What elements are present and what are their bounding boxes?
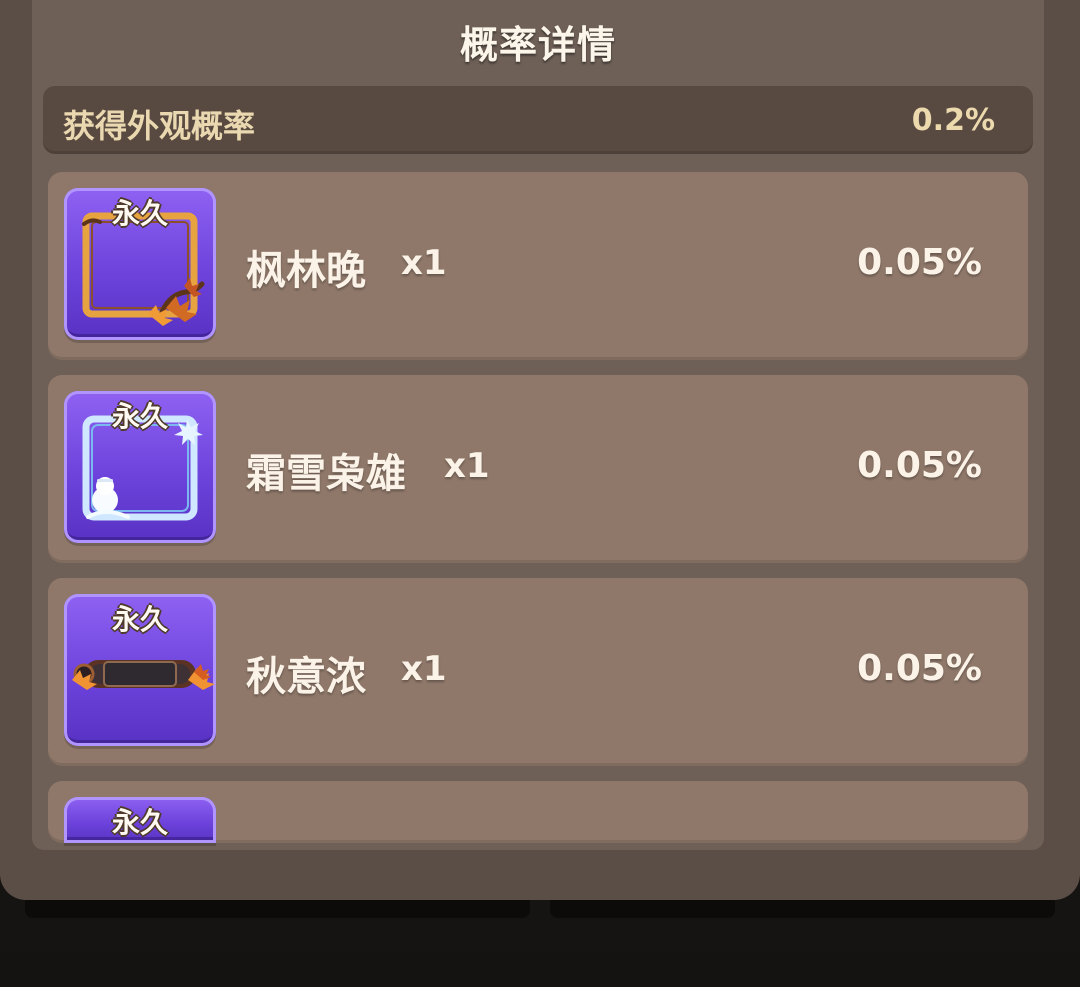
item-quantity: x1: [401, 243, 447, 283]
item-thumbnail[interactable]: 永久: [64, 797, 216, 843]
summary-row: 获得外观概率 0.2%: [43, 86, 1033, 154]
item-thumbnail[interactable]: 永久: [64, 594, 216, 746]
item-rate: 0.05%: [857, 242, 982, 283]
item-name: 霜雪枭雄: [246, 451, 406, 497]
summary-label: 获得外观概率: [63, 107, 256, 145]
permanent-badge: 永久: [111, 197, 168, 230]
dialog-content: 概率详情 获得外观概率 0.2% 永久 枫林晚 x1 0.05% 永久 霜雪枭雄…: [32, 0, 1044, 850]
item-row[interactable]: 永久 秋意浓 x1 0.05%: [48, 578, 1028, 766]
item-thumbnail[interactable]: 永久: [64, 188, 216, 340]
item-name: 枫林晚: [246, 248, 366, 294]
permanent-badge: 永久: [111, 400, 168, 433]
item-thumbnail[interactable]: 永久: [64, 391, 216, 543]
screen: 概率详情 获得外观概率 0.2% 永久 枫林晚 x1 0.05% 永久 霜雪枭雄…: [0, 0, 1080, 987]
footer-right-segment: [550, 900, 1055, 918]
item-rate: 0.05%: [857, 445, 982, 486]
permanent-badge: 永久: [111, 603, 168, 636]
footer-left-segment: [25, 900, 530, 918]
item-rate: 0.05%: [857, 648, 982, 689]
item-name: 秋意浓: [246, 654, 366, 700]
footer-shadow-bar: [25, 900, 1055, 920]
item-row[interactable]: 永久 霜雪枭雄 x1 0.05%: [48, 375, 1028, 563]
item-row-partial[interactable]: 永久: [48, 781, 1028, 843]
permanent-badge: 永久: [111, 806, 168, 839]
dialog-title: 概率详情: [459, 23, 616, 67]
item-row[interactable]: 永久 枫林晚 x1 0.05%: [48, 172, 1028, 360]
dialog-panel: 概率详情 获得外观概率 0.2% 永久 枫林晚 x1 0.05% 永久 霜雪枭雄…: [0, 0, 1080, 900]
summary-value: 0.2%: [911, 103, 995, 138]
item-quantity: x1: [401, 649, 447, 689]
item-quantity: x1: [444, 446, 490, 486]
item-list[interactable]: 永久 枫林晚 x1 0.05% 永久 霜雪枭雄 x1 0.05% 永久 秋意浓 …: [48, 172, 1028, 843]
